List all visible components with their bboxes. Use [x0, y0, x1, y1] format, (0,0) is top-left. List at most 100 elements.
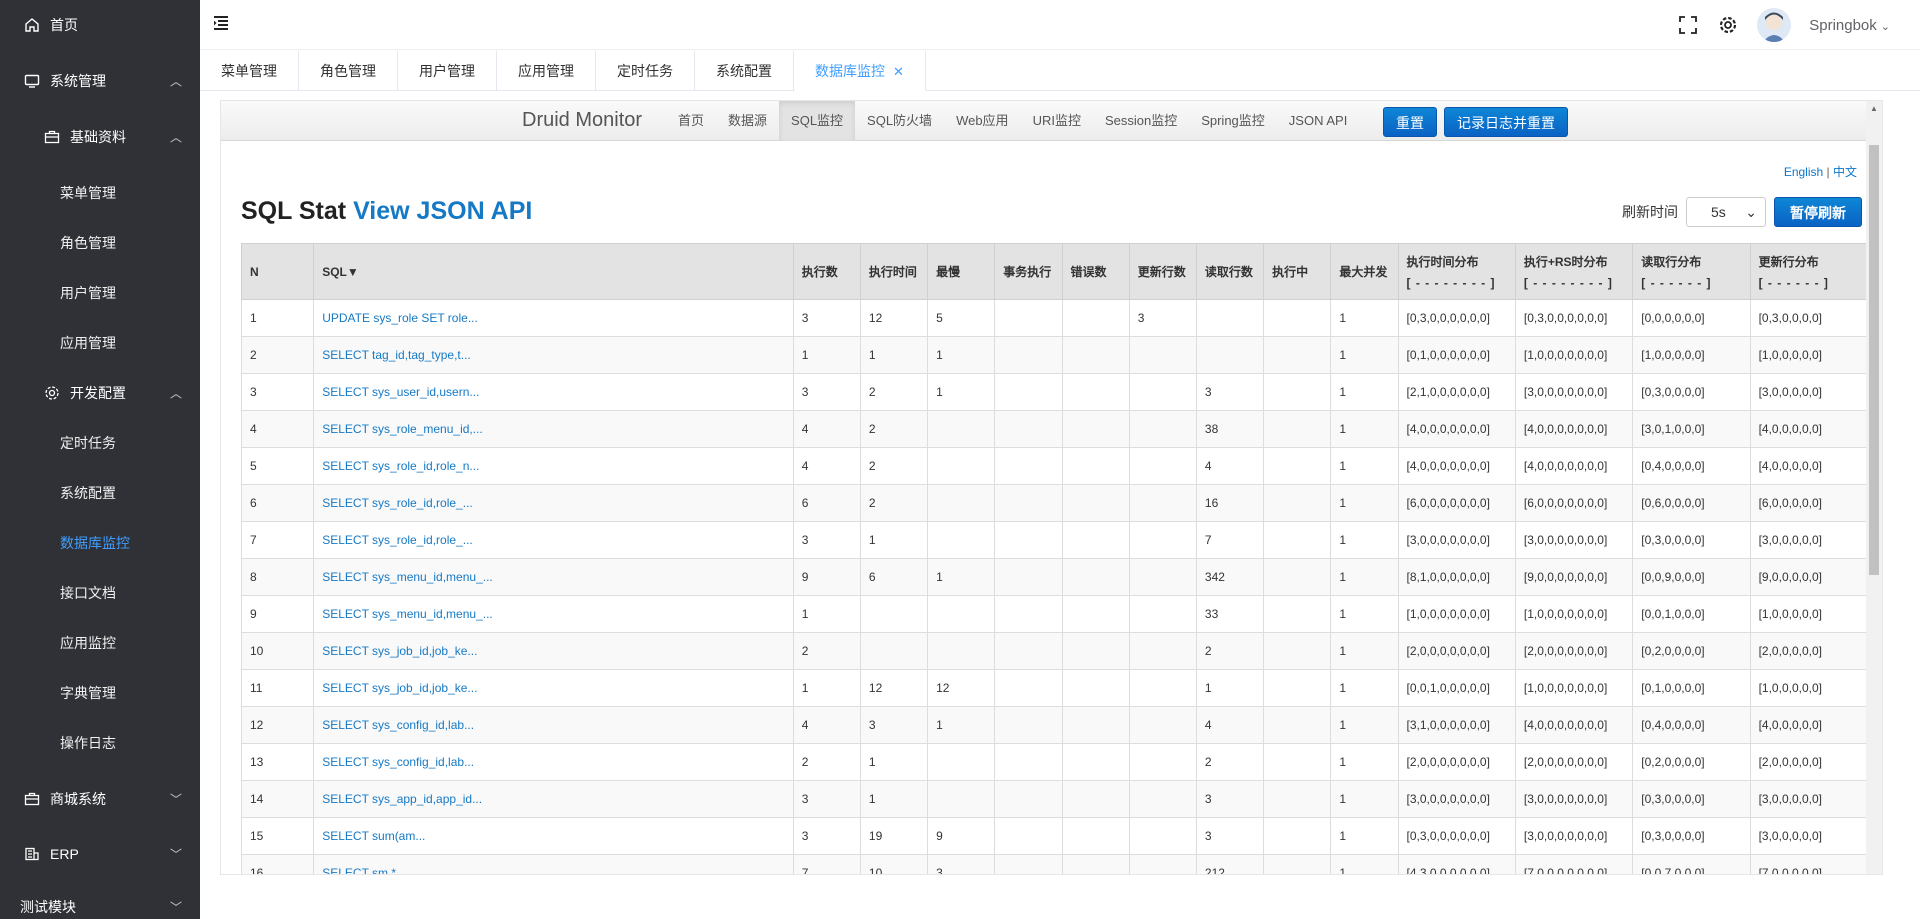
sql-link[interactable]: SELECT tag_id,tag_type,t...: [313, 336, 794, 374]
sidebar-item-user-mgmt[interactable]: 用户管理: [0, 268, 200, 318]
druid-brand[interactable]: Druid Monitor: [522, 109, 642, 132]
pause-refresh-button[interactable]: 暂停刷新: [1774, 197, 1862, 227]
table-cell: 1: [1330, 447, 1399, 485]
druid-link-home[interactable]: 首页: [666, 101, 716, 141]
refresh-interval-select[interactable]: 5s ⌄: [1686, 197, 1766, 227]
col-header[interactable]: 事务执行: [994, 243, 1063, 300]
druid-link-spring[interactable]: Spring监控: [1189, 101, 1277, 141]
lang-chinese-link[interactable]: 中文: [1833, 165, 1857, 179]
druid-link-uri[interactable]: URI监控: [1021, 101, 1093, 141]
col-header[interactable]: 最慢: [927, 243, 996, 300]
tab-sysconfig[interactable]: 系统配置: [695, 51, 794, 91]
table-cell: [9,0,0,0,0,0]: [1749, 558, 1868, 596]
sidebar-item-oplog[interactable]: 操作日志: [0, 718, 200, 768]
col-header[interactable]: 执行+RS时分布 [ - - - - - - - - ]: [1514, 243, 1634, 300]
sql-link[interactable]: SELECT sys_role_id,role_...: [313, 521, 794, 559]
gear-icon[interactable]: [1717, 14, 1739, 36]
sql-link[interactable]: SELECT sys_role_id,role_n...: [313, 447, 794, 485]
tab-cron[interactable]: 定时任务: [596, 51, 695, 91]
sidebar-item-app-monitor[interactable]: 应用监控: [0, 618, 200, 668]
col-header[interactable]: 读取行分布 [ - - - - - - ]: [1632, 243, 1751, 300]
table-cell: [859, 632, 929, 670]
sql-link[interactable]: SELECT sys_role_menu_id,...: [313, 410, 794, 448]
druid-navbar: Druid Monitor 首页 数据源 SQL监控 SQL防火墙 Web应用 …: [221, 101, 1882, 141]
col-header[interactable]: 更新行数: [1128, 243, 1197, 300]
sidebar-item-mall[interactable]: 商城系统 ﹀: [0, 772, 200, 826]
col-header[interactable]: 读取行数: [1195, 243, 1265, 300]
scrollbar-thumb[interactable]: [1869, 145, 1879, 575]
col-header[interactable]: N: [240, 243, 315, 300]
sql-link[interactable]: SELECT sys_user_id,usern...: [313, 373, 794, 411]
sql-link[interactable]: SELECT sys_config_id,lab...: [313, 706, 794, 744]
tab-app-mgmt[interactable]: 应用管理: [497, 51, 596, 91]
sidebar-item-sysconfig[interactable]: 系统配置: [0, 468, 200, 518]
druid-link-session[interactable]: Session监控: [1093, 101, 1189, 141]
sql-link[interactable]: UPDATE sys_role SET role...: [313, 299, 794, 337]
tab-db-monitor[interactable]: 数据库监控 ✕: [794, 51, 926, 91]
col-header-sql[interactable]: SQL▼: [313, 243, 794, 300]
sidebar-item-app-mgmt[interactable]: 应用管理: [0, 318, 200, 368]
tab-menu-mgmt[interactable]: 菜单管理: [200, 51, 299, 91]
col-header[interactable]: 最大并发: [1330, 243, 1399, 300]
sidebar-item-api-docs[interactable]: 接口文档: [0, 568, 200, 618]
col-header-text: N: [250, 264, 259, 279]
druid-link-datasource[interactable]: 数据源: [716, 101, 779, 141]
sidebar-item-erp[interactable]: ERP ﹀: [0, 826, 200, 882]
close-icon[interactable]: ✕: [893, 64, 904, 79]
col-header[interactable]: 执行时间分布 [ - - - - - - - - ]: [1397, 243, 1516, 300]
sidebar-item-db-monitor[interactable]: 数据库监控: [0, 518, 200, 568]
sql-link[interactable]: SELECT sys_app_id,app_id...: [313, 780, 794, 818]
table-cell: [4,0,0,0,0,0,0,0]: [1397, 447, 1516, 485]
sql-link[interactable]: SELECT sys_job_id,job_ke...: [313, 632, 794, 670]
sql-link[interactable]: SELECT sys_menu_id,menu_...: [313, 558, 794, 596]
druid-link-web[interactable]: Web应用: [944, 101, 1021, 141]
druid-link-json-api[interactable]: JSON API: [1277, 101, 1360, 141]
table-cell: [3,0,0,0,0,0,0,0]: [1514, 521, 1634, 559]
druid-link-sql[interactable]: SQL监控: [779, 101, 856, 141]
log-and-reset-button[interactable]: 记录日志并重置: [1444, 107, 1568, 137]
sql-link[interactable]: SELECT sum(am...: [313, 817, 794, 855]
sidebar-item-cron[interactable]: 定时任务: [0, 418, 200, 468]
table-cell: 7: [1195, 521, 1265, 559]
tab-user-mgmt[interactable]: 用户管理: [398, 51, 497, 91]
lang-separator: |: [1826, 165, 1830, 179]
table-cell: 4: [792, 410, 861, 448]
table-cell: [3,0,0,0,0,0]: [1749, 817, 1868, 855]
table-cell: [1061, 410, 1130, 448]
col-header[interactable]: 更新行分布 [ - - - - - - ]: [1749, 243, 1868, 300]
sidebar-item-menu-mgmt[interactable]: 菜单管理: [0, 168, 200, 218]
scroll-up-icon[interactable]: ▲: [1870, 104, 1878, 113]
col-header[interactable]: 执行中: [1263, 243, 1332, 300]
sidebar-item-role-mgmt[interactable]: 角色管理: [0, 218, 200, 268]
view-json-api-link[interactable]: View JSON API: [353, 197, 532, 225]
sql-link[interactable]: SELECT sys_menu_id,menu_...: [313, 595, 794, 633]
sidebar-item-system[interactable]: 系统管理 ︿: [0, 56, 200, 106]
sidebar-item-dev[interactable]: 开发配置 ︿: [0, 368, 200, 418]
tab-role-mgmt[interactable]: 角色管理: [299, 51, 398, 91]
table-cell: [1,0,0,0,0,0]: [1632, 336, 1751, 374]
vertical-scrollbar[interactable]: ▲: [1866, 101, 1882, 874]
col-header[interactable]: 执行数: [792, 243, 861, 300]
menu-collapse-icon[interactable]: [212, 14, 232, 34]
druid-link-wall[interactable]: SQL防火墙: [855, 101, 944, 141]
table-cell: [927, 632, 996, 670]
table-cell: [1,0,0,0,0,0,0,0]: [1397, 595, 1516, 633]
sidebar-item-dict[interactable]: 字典管理: [0, 668, 200, 718]
sidebar-item-home[interactable]: 首页: [0, 0, 200, 50]
tab-label: 数据库监控: [815, 63, 885, 79]
reset-button[interactable]: 重置: [1383, 107, 1437, 137]
avatar[interactable]: [1757, 8, 1792, 42]
sql-link[interactable]: SELECT sm.*: [313, 854, 794, 874]
username[interactable]: Springbok ⌄: [1809, 17, 1890, 34]
col-header[interactable]: 执行时间: [859, 243, 929, 300]
col-header[interactable]: 错误数: [1061, 243, 1130, 300]
sql-link[interactable]: SELECT sys_config_id,lab...: [313, 743, 794, 781]
lang-english-link[interactable]: English: [1784, 165, 1823, 179]
sql-link[interactable]: SELECT sys_role_id,role_...: [313, 484, 794, 522]
sidebar-item-basic[interactable]: 基础资料 ︿: [0, 112, 200, 162]
fullscreen-icon[interactable]: [1677, 14, 1699, 36]
table-cell: [1061, 817, 1130, 855]
table-cell: [6,0,0,0,0,0,0,0]: [1514, 484, 1634, 522]
sql-link[interactable]: SELECT sys_job_id,job_ke...: [313, 669, 794, 707]
sidebar-item-test[interactable]: 测试模块 ﹀: [0, 882, 200, 919]
